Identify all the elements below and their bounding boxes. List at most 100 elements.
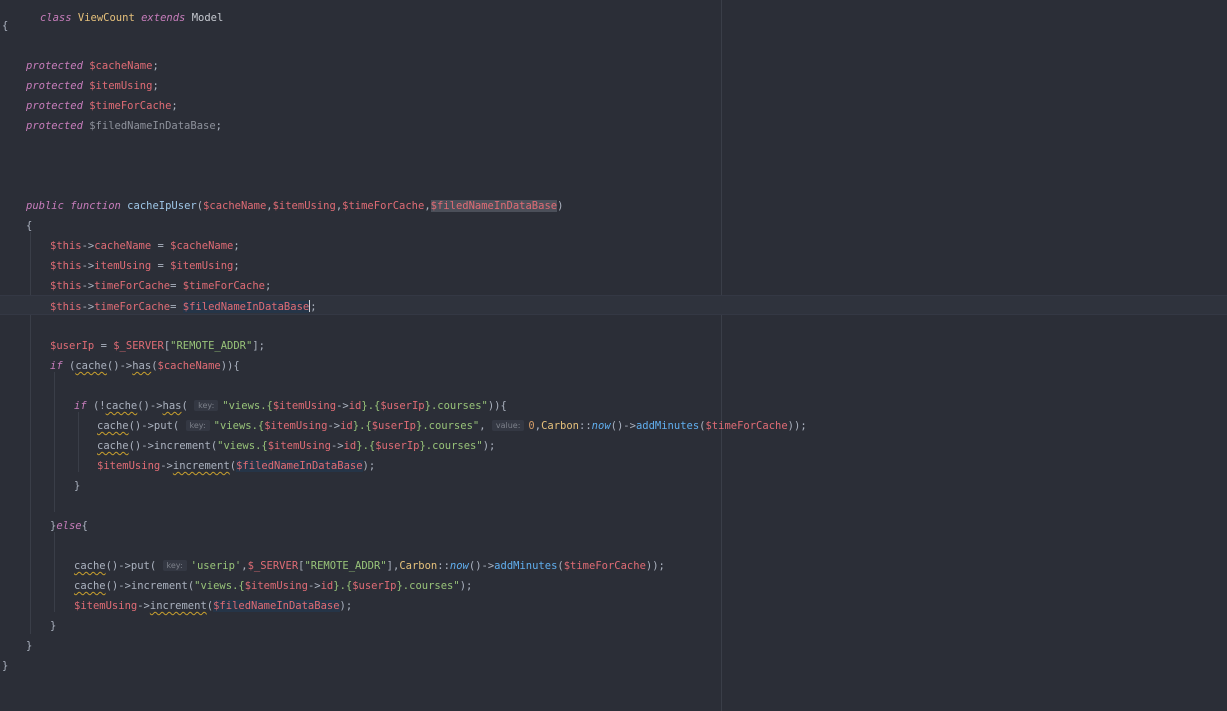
code-line[interactable]: protected $cacheName; <box>0 60 1227 80</box>
string: "views.{ <box>222 400 273 412</box>
keyword-function: function <box>70 200 121 212</box>
code-line[interactable]: }else{ <box>0 520 1227 540</box>
arrow: -> <box>81 240 95 252</box>
code-line[interactable]: protected $itemUsing; <box>0 80 1227 100</box>
keyword-protected: protected <box>26 60 83 72</box>
equals: = <box>170 301 183 313</box>
call-arrow: ()-> <box>105 580 131 592</box>
property: id <box>320 580 334 592</box>
semicolon: ; <box>171 100 178 112</box>
code-line[interactable]: $userIp = $_SERVER["REMOTE_ADDR"]; <box>0 340 1227 360</box>
this-keyword: $this <box>50 301 82 313</box>
variable: $timeForCache <box>705 420 788 432</box>
string: "views.{ <box>217 440 268 452</box>
code-editor[interactable]: class ViewCount extends Model { protecte… <box>0 0 1227 711</box>
code-line[interactable]: $this->itemUsing = $itemUsing; <box>0 260 1227 280</box>
code-line[interactable]: cache()->put( key:'userip',$_SERVER["REM… <box>0 560 1227 580</box>
brace: } <box>50 620 57 632</box>
brace: { <box>2 20 9 32</box>
code-line[interactable]: } <box>0 480 1227 500</box>
string: "REMOTE_ADDR" <box>304 560 387 572</box>
method-call: addMinutes <box>635 420 700 432</box>
call-arrow: ()-> <box>128 440 154 452</box>
variable: $userIp <box>375 440 420 452</box>
paren: ); <box>459 580 473 592</box>
string: "views.{ <box>213 420 265 432</box>
this-keyword: $this <box>50 240 82 252</box>
code-line[interactable]: $itemUsing->increment($filedNameInDataBa… <box>0 460 1227 480</box>
paren: ( <box>149 560 163 572</box>
call-arrow: ()-> <box>128 420 154 432</box>
double-colon: :: <box>579 420 592 432</box>
code-line[interactable]: } <box>0 640 1227 660</box>
variable: $userIp <box>352 580 397 592</box>
paren: )); <box>787 420 807 432</box>
paren: )); <box>645 560 665 572</box>
semicolon: ; <box>233 260 240 272</box>
equals: = <box>151 260 171 272</box>
method-call: has <box>162 400 182 412</box>
function-call: cache <box>97 440 129 452</box>
code-line[interactable]: if (!cache()->has( key: "views.{$itemUsin… <box>0 400 1227 420</box>
keyword-public: public <box>26 200 64 212</box>
code-line[interactable]: cache()->put( key: "views.{$itemUsing->id… <box>0 420 1227 440</box>
brace: } <box>2 660 9 672</box>
call-arrow: ()-> <box>468 560 495 572</box>
variable: $itemUsing <box>267 440 331 452</box>
code-line[interactable]: if (cache()->has($cacheName)){ <box>0 360 1227 380</box>
function-call: cache <box>74 580 106 592</box>
property-variable: $itemUsing <box>89 80 153 92</box>
arrow: -> <box>81 260 95 272</box>
paren: ( <box>172 420 186 432</box>
equals: = <box>151 240 171 252</box>
variable: $itemUsing <box>244 580 308 592</box>
code-line[interactable]: { <box>0 220 1227 240</box>
property: id <box>340 420 353 432</box>
semicolon: ; <box>152 60 159 72</box>
string: }.courses" <box>396 580 460 592</box>
current-code-line[interactable]: $this->timeForCache= $filedNameInDataBas… <box>0 295 1227 315</box>
string: }.courses" <box>424 400 488 412</box>
paren: ); <box>362 460 376 472</box>
paren: ); <box>482 440 496 452</box>
string: "views.{ <box>194 580 245 592</box>
semicolon: ; <box>264 280 272 292</box>
variable: $userIp <box>371 420 416 432</box>
arrow: -> <box>81 301 95 313</box>
code-line[interactable]: cache()->increment("views.{$itemUsing->i… <box>0 440 1227 460</box>
code-line[interactable]: $itemUsing->increment($filedNameInDataBa… <box>0 600 1227 620</box>
function-name: cacheIpUser <box>127 200 197 212</box>
method-call: put <box>153 420 173 432</box>
string: }.{ <box>352 420 372 432</box>
call-arrow: ()-> <box>137 400 163 412</box>
keyword-protected: protected <box>26 80 83 92</box>
code-line[interactable]: { <box>0 20 1227 40</box>
code-line[interactable]: public function cacheIpUser($cacheName,$… <box>0 200 1227 220</box>
paren: ) <box>557 200 564 212</box>
code-line[interactable]: protected $filedNameInDataBase; <box>0 120 1227 140</box>
keyword-protected: protected <box>26 100 83 112</box>
arrow: -> <box>336 400 349 412</box>
function-call: cache <box>74 560 106 572</box>
semicolon: ; <box>310 301 317 313</box>
brace: { <box>81 520 88 532</box>
code-line[interactable]: $this->cacheName = $cacheName; <box>0 240 1227 260</box>
variable: $timeForCache <box>563 560 646 572</box>
string: }.courses" <box>416 420 480 432</box>
param: $timeForCache <box>342 200 425 212</box>
brace: } <box>74 480 81 492</box>
code-line[interactable]: } <box>0 620 1227 640</box>
code-line[interactable]: protected $timeForCache; <box>0 100 1227 120</box>
code-line[interactable]: class ViewCount extends Model <box>0 0 1227 24</box>
variable: $itemUsing <box>74 600 138 612</box>
variable: $timeForCache <box>182 280 265 292</box>
paren: ( <box>62 360 76 372</box>
semicolon: ; <box>233 240 240 252</box>
code-line[interactable]: cache()->increment("views.{$itemUsing->i… <box>0 580 1227 600</box>
variable: $userIp <box>380 400 425 412</box>
code-line[interactable]: } <box>0 660 1227 680</box>
keyword-if: if <box>74 400 87 412</box>
bracket: ]; <box>252 340 265 352</box>
comma: , <box>424 200 431 212</box>
parameter-hint: key: <box>162 560 187 571</box>
